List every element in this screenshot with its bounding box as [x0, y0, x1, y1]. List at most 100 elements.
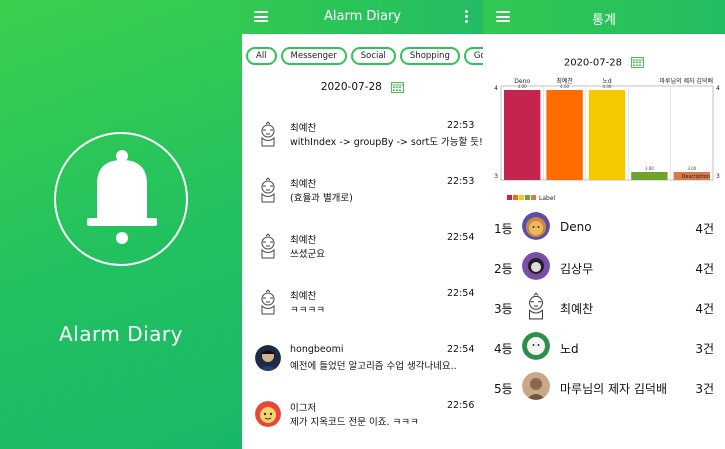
- green-avatar-icon: [522, 332, 550, 360]
- selected-date: 2020-07-28: [563, 57, 622, 69]
- category-label: 최예찬: [556, 77, 573, 85]
- ranking-row[interactable]: 4등 노d 3건: [483, 328, 725, 366]
- bell-icon: [87, 150, 157, 244]
- category-chips: AllMessengerSocialShoppingGo: [246, 43, 483, 65]
- message-time: 22:54: [447, 344, 475, 355]
- rank-count: 3건: [695, 342, 714, 356]
- app-bar: 통계: [483, 0, 725, 34]
- photo-avatar-icon: [255, 345, 281, 371]
- legend-swatch: [507, 195, 512, 200]
- rank-name: 노d: [560, 342, 579, 356]
- date-selector[interactable]: 2020-07-28: [242, 81, 483, 93]
- message-item[interactable]: 최예찬 22:54 쓰셨군요: [242, 227, 483, 277]
- message-text: (효율과 별개로): [290, 193, 353, 204]
- ranking-row[interactable]: 3등 최예찬 4건: [483, 288, 725, 326]
- rank-count: 4건: [695, 302, 714, 316]
- message-item[interactable]: hongbeomi 22:54 예전에 들었던 알고리즘 수업 생각나네요..: [242, 339, 483, 389]
- message-text: 제가 지옥코드 전문 이죠. ㅋㅋㅋ: [290, 417, 419, 428]
- app-bar: Alarm Diary: [242, 0, 483, 34]
- doodle-avatar-icon: [261, 233, 275, 259]
- message-text: 예전에 들었던 알고리즘 수업 생각나네요..: [290, 361, 457, 372]
- bar-value-label: 3.00: [687, 166, 696, 171]
- date-selector[interactable]: 2020-07-28: [483, 57, 725, 69]
- bar-chart: 4 3 4 3 4.00 Deno 4.00 최예찬 4.00 노d 3.00 3.00 마루님의 제자…: [493, 70, 721, 210]
- rank-name: Deno: [560, 220, 592, 234]
- notification-list-screen: Alarm Diary AllMessengerSocialShoppingGo…: [242, 0, 483, 449]
- message-time: 22:53: [447, 176, 475, 187]
- message-time: 22:53: [447, 120, 475, 131]
- character-avatar-icon: [255, 401, 281, 427]
- rank-name: 김상무: [560, 262, 594, 276]
- selected-date: 2020-07-28: [320, 81, 382, 93]
- rank-label: 4등: [494, 342, 513, 356]
- legend-swatch: [513, 195, 518, 200]
- statistics-screen: 통계 2020-07-28 4 3 4 3 4.00 Deno 4.00 최예찬 4.00 노d 3…: [483, 0, 725, 449]
- ranking-row[interactable]: 1등 Deno 4건: [483, 208, 725, 246]
- message-sender: 최예찬: [290, 235, 317, 246]
- message-time: 22:54: [447, 232, 475, 243]
- legend-swatch: [525, 195, 530, 200]
- screen-title: Alarm Diary: [323, 9, 401, 24]
- doodle-avatar-icon: [261, 289, 275, 315]
- rank-label: 2등: [494, 262, 513, 276]
- calendar-icon[interactable]: [391, 81, 405, 93]
- lion-avatar-icon: [522, 212, 550, 240]
- rank-label: 3등: [494, 302, 513, 316]
- more-options-icon[interactable]: [465, 10, 469, 24]
- message-sender: hongbeomi: [290, 344, 344, 355]
- rank-count: 4건: [695, 222, 714, 236]
- y-tick-label-right: 4: [716, 85, 720, 92]
- message-item[interactable]: 최예찬 22:53 (효율과 별개로): [242, 171, 483, 221]
- chart-bar: [546, 90, 583, 180]
- category-label: 마루님의 제자 김덕배: [660, 77, 714, 85]
- y-tick-label-right: 3: [716, 173, 720, 180]
- legend-swatch: [519, 195, 524, 200]
- y-tick-label: 3: [494, 173, 498, 180]
- chip-social[interactable]: Social: [350, 47, 396, 65]
- message-item[interactable]: 최예찬 22:53 withIndex -> groupBy -> sort도 …: [242, 115, 483, 165]
- category-label: 노d: [602, 78, 612, 85]
- message-item[interactable]: 최예찬 22:54 ㅋㅋㅋㅋ: [242, 283, 483, 333]
- message-sender: 최예찬: [290, 291, 317, 302]
- purple-avatar-icon: [522, 252, 550, 280]
- legend-swatch: [531, 195, 536, 200]
- category-label: Deno: [514, 78, 530, 85]
- message-text: ㅋㅋㅋㅋ: [290, 305, 325, 316]
- doodle-avatar-icon: [261, 177, 275, 203]
- chart-bar: [504, 90, 541, 180]
- doodle-avatar-icon: [529, 292, 543, 320]
- rank-label: 5등: [494, 382, 513, 396]
- message-sender: 이그저: [290, 403, 317, 414]
- message-time: 22:54: [447, 288, 475, 299]
- chip-shopping[interactable]: Shopping: [399, 47, 460, 65]
- splash-screen: Alarm Diary: [0, 0, 242, 449]
- rank-name: 마루님의 제자 김덕배: [560, 382, 667, 396]
- app-name: Alarm Diary: [59, 322, 183, 346]
- rank-count: 3건: [695, 382, 714, 396]
- rank-name: 최예찬: [560, 302, 594, 316]
- chart-description: Description: [682, 174, 710, 180]
- photo-avatar-icon: [522, 372, 550, 400]
- message-text: 쓰셨군요: [290, 249, 325, 260]
- ranking-row[interactable]: 2등 김상무 4건: [483, 248, 725, 286]
- chart-bar: [588, 90, 626, 180]
- rank-count: 4건: [695, 262, 714, 276]
- message-text: withIndex -> groupBy -> sort도 가능할 듯!: [290, 137, 483, 148]
- rank-label: 1등: [494, 222, 513, 236]
- doodle-avatar-icon: [261, 121, 275, 147]
- bar-chart-canvas: 43434.00Deno4.00최예찬4.00노d3.00 3.00마루님의 제자…: [494, 77, 720, 202]
- message-item[interactable]: 이그저 22:56 제가 지옥코드 전문 이죠. ㅋㅋㅋ: [242, 395, 483, 445]
- message-sender: 최예찬: [290, 123, 317, 134]
- ranking-row[interactable]: 5등 마루님의 제자 김덕배 3건: [483, 368, 725, 406]
- chip-all[interactable]: All: [246, 47, 277, 65]
- y-tick-label: 4: [494, 85, 498, 92]
- chip-go[interactable]: Go: [463, 47, 483, 65]
- message-sender: 최예찬: [290, 179, 317, 190]
- legend-label: Label: [539, 195, 556, 202]
- screen-title: 통계: [592, 13, 616, 28]
- chart-bar: [631, 172, 668, 180]
- message-time: 22:56: [447, 400, 475, 411]
- bar-value-label: 3.00: [645, 166, 654, 171]
- calendar-icon[interactable]: [631, 57, 645, 68]
- chip-messenger[interactable]: Messenger: [280, 47, 347, 65]
